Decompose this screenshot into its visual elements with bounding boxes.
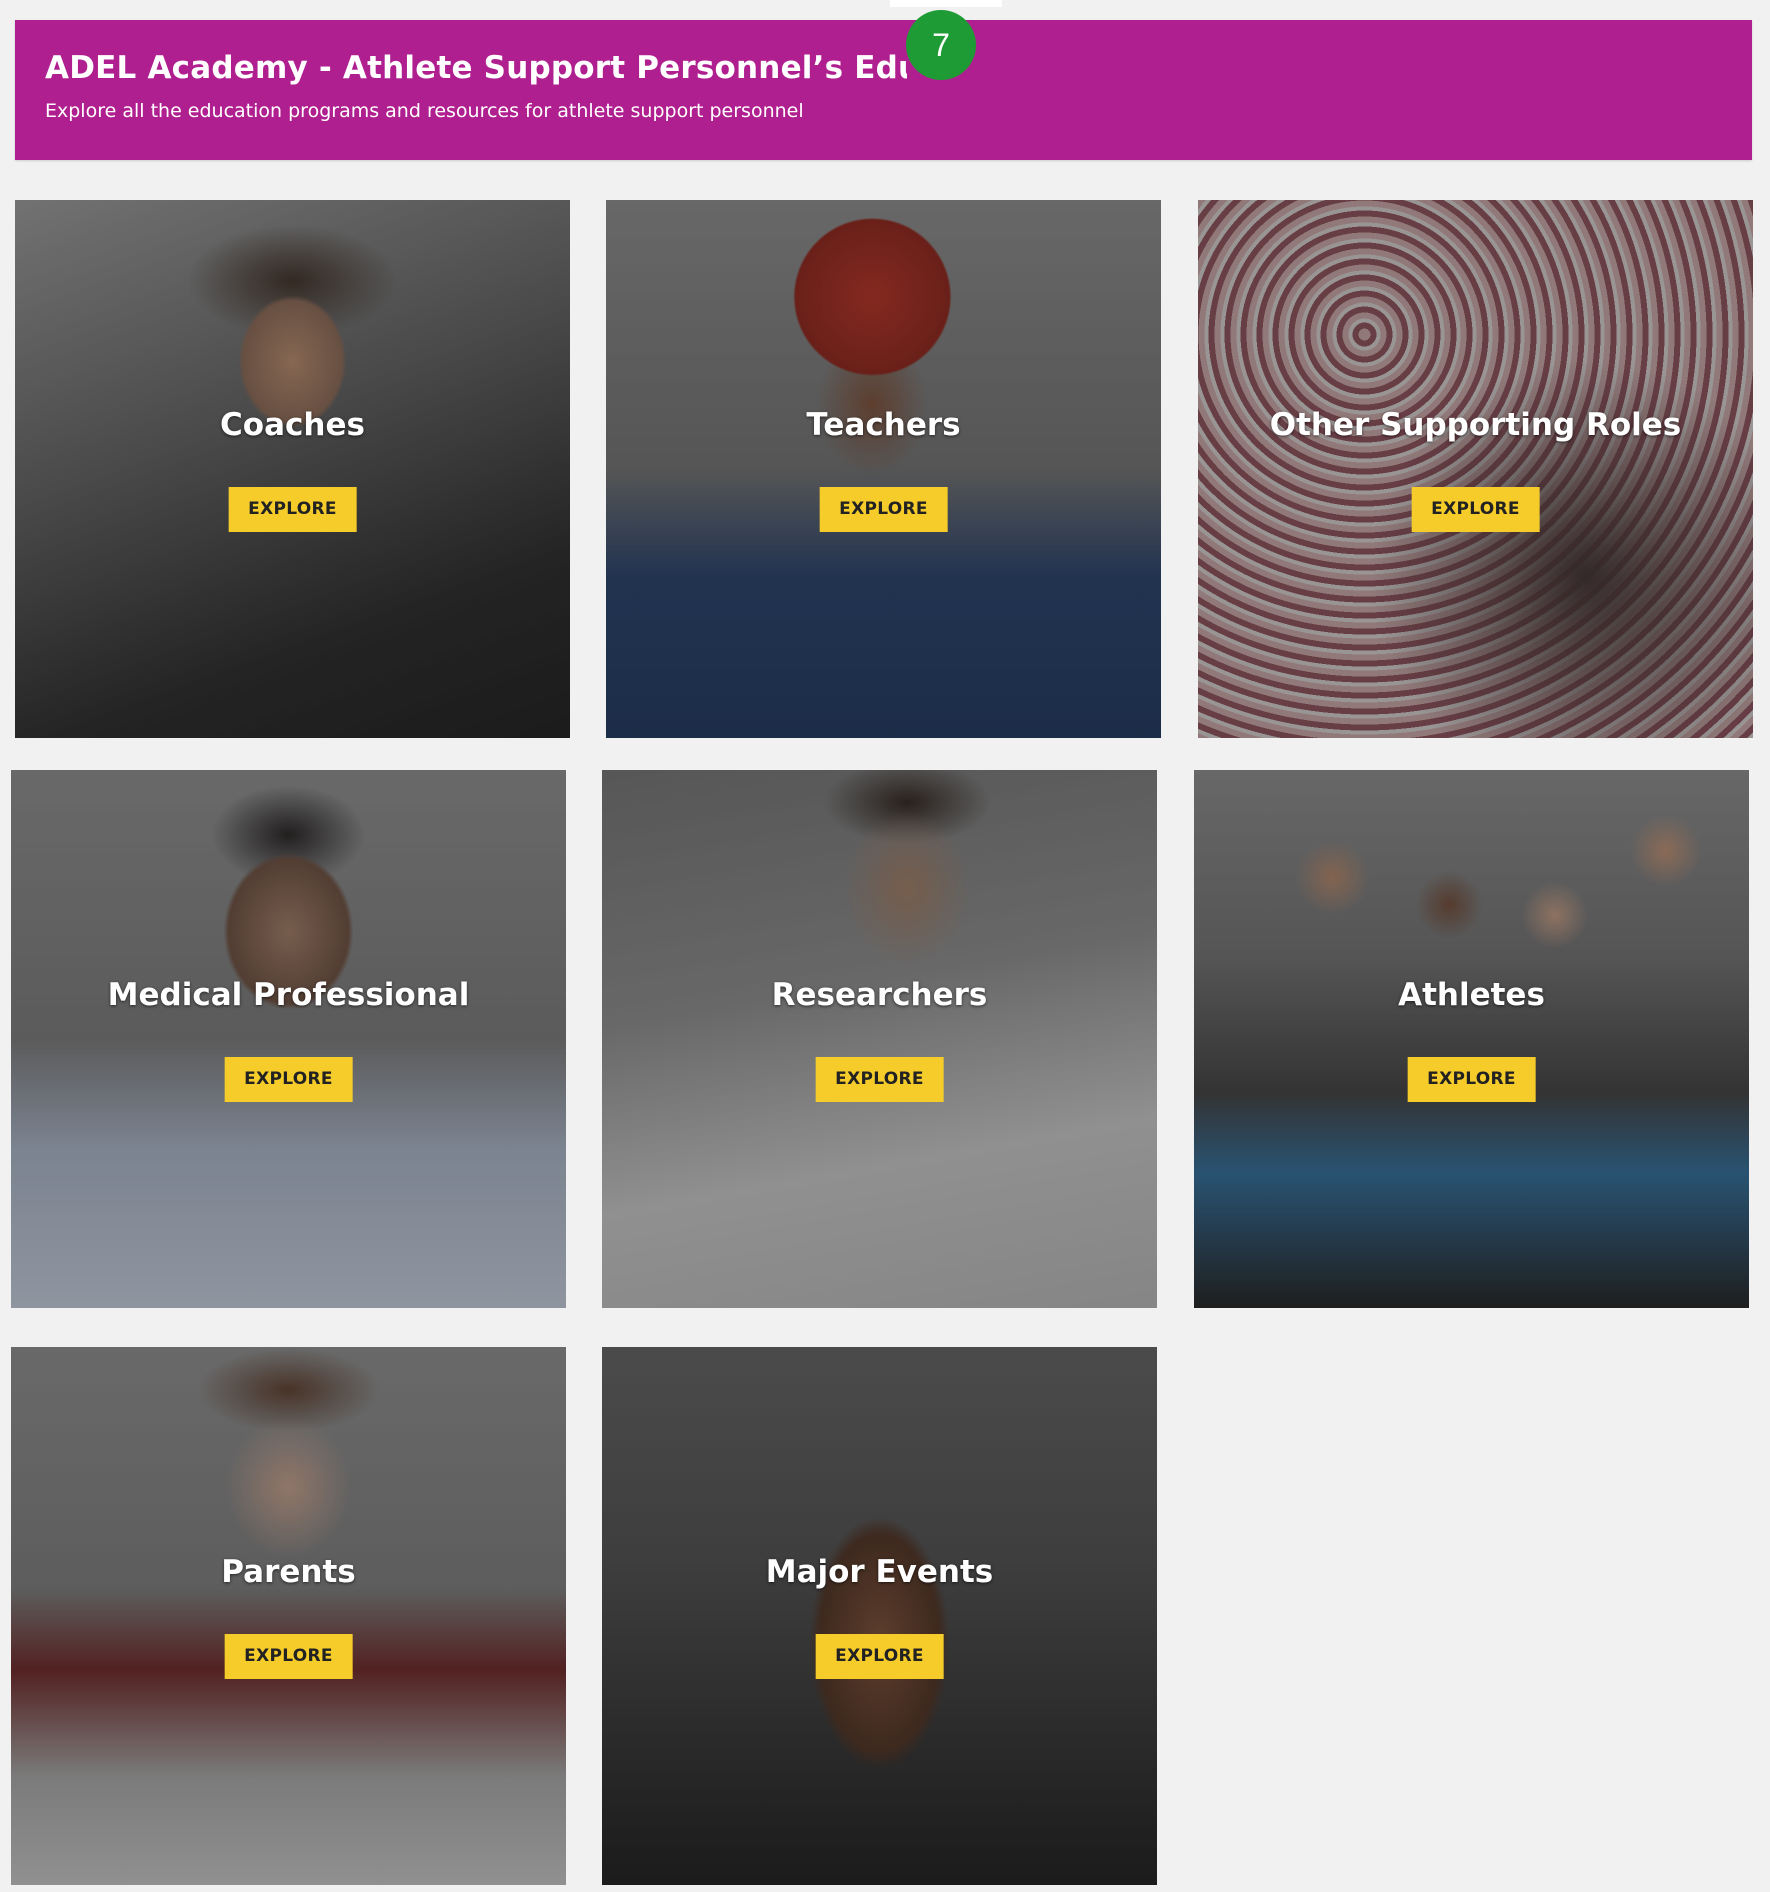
card-parents[interactable]: Parents EXPLORE [11, 1347, 566, 1885]
page-title: ADEL Academy - Athlete Support Personnel… [45, 50, 907, 86]
explore-button-other-supporting-roles[interactable]: EXPLORE [1411, 487, 1540, 532]
page-header: ADEL Academy - Athlete Support Personnel… [15, 20, 1752, 160]
explore-button-athletes[interactable]: EXPLORE [1407, 1057, 1536, 1102]
top-strip [0, 0, 1770, 7]
card-coaches[interactable]: Coaches EXPLORE [15, 200, 570, 738]
card-major-events[interactable]: Major Events EXPLORE [602, 1347, 1157, 1885]
card-athletes[interactable]: Athletes EXPLORE [1194, 770, 1749, 1308]
card-title: Major Events [765, 1554, 994, 1590]
page-subtitle: Explore all the education programs and r… [45, 100, 804, 122]
explore-button-coaches[interactable]: EXPLORE [228, 487, 357, 532]
explore-button-major-events[interactable]: EXPLORE [815, 1634, 944, 1679]
explore-button-medical-professional[interactable]: EXPLORE [224, 1057, 353, 1102]
card-teachers[interactable]: Teachers EXPLORE [606, 200, 1161, 738]
card-researchers[interactable]: Researchers EXPLORE [602, 770, 1157, 1308]
card-title: Athletes [1398, 977, 1545, 1013]
card-other-supporting-roles[interactable]: Other Supporting Roles EXPLORE [1198, 200, 1753, 738]
card-title: Teachers [806, 407, 961, 443]
explore-button-researchers[interactable]: EXPLORE [815, 1057, 944, 1102]
card-medical-professional[interactable]: Medical Professional EXPLORE [11, 770, 566, 1308]
card-title: Other Supporting Roles [1269, 407, 1682, 443]
step-badge: 7 [906, 10, 976, 80]
explore-button-teachers[interactable]: EXPLORE [819, 487, 948, 532]
card-title: Parents [221, 1554, 356, 1590]
title-wrap: ADEL Academy - Athlete Support Personnel… [45, 48, 907, 88]
card-title: Medical Professional [107, 977, 470, 1013]
card-title: Coaches [220, 407, 365, 443]
explore-button-parents[interactable]: EXPLORE [224, 1634, 353, 1679]
card-title: Researchers [771, 977, 988, 1013]
top-tab [890, 0, 1002, 7]
